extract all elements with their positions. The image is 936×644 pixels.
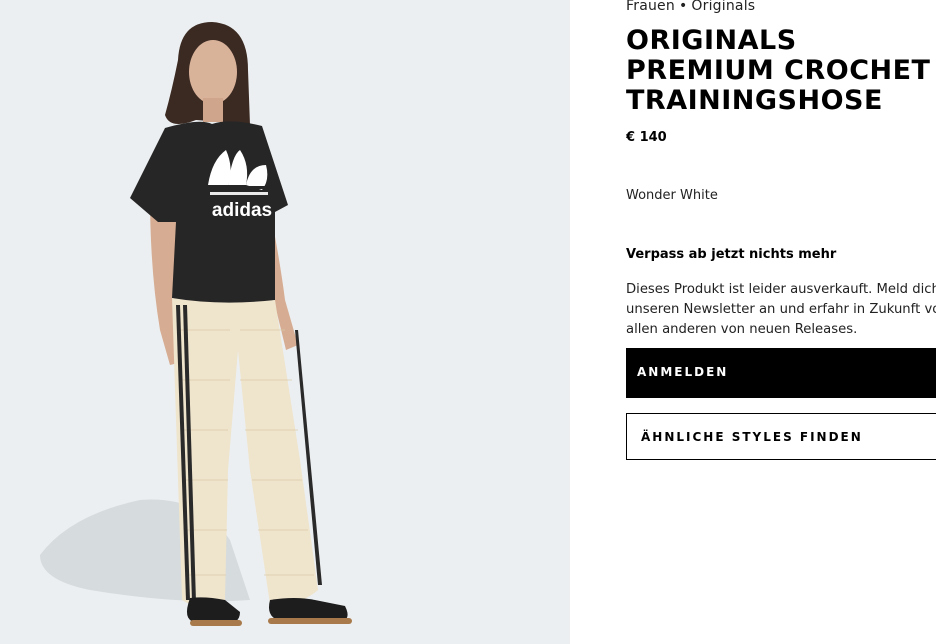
signup-button[interactable]: ANMELDEN → [626,348,936,398]
find-similar-styles-button[interactable]: ÄHNLICHE STYLES FINDEN [626,413,936,460]
notify-text-line: unseren Newsletter an und erfahr in Zuku… [626,302,936,317]
product-price: € 140 [626,130,667,145]
notify-heading: Verpass ab jetzt nichts mehr [626,247,837,262]
model-illustration: adidas [40,22,352,626]
breadcrumb: Frauen • Originals [626,0,755,14]
product-color: Wonder White [626,188,718,203]
product-info-panel: Frauen • Originals ORIGINALS PREMIUM CROCH… [626,0,936,644]
product-title: ORIGINALS PREMIUM CROCHET TRAININGSHOSE [626,25,931,116]
breadcrumb-category[interactable]: Frauen [626,0,675,14]
notify-text: Dieses Produkt ist leider ausverkauft. M… [626,280,936,340]
breadcrumb-collection[interactable]: Originals [691,0,755,14]
notify-text-line: Dieses Produkt ist leider ausverkauft. M… [626,282,936,297]
find-similar-styles-label: ÄHNLICHE STYLES FINDEN [641,429,863,444]
notify-text-line: allen anderen von neuen Releases. [626,322,858,337]
shirt-logo-text: adidas [212,200,272,221]
signup-button-label: ANMELDEN [637,365,729,379]
breadcrumb-separator: • [678,0,688,14]
button-shadow [626,396,936,398]
product-image[interactable]: adidas [0,0,570,644]
